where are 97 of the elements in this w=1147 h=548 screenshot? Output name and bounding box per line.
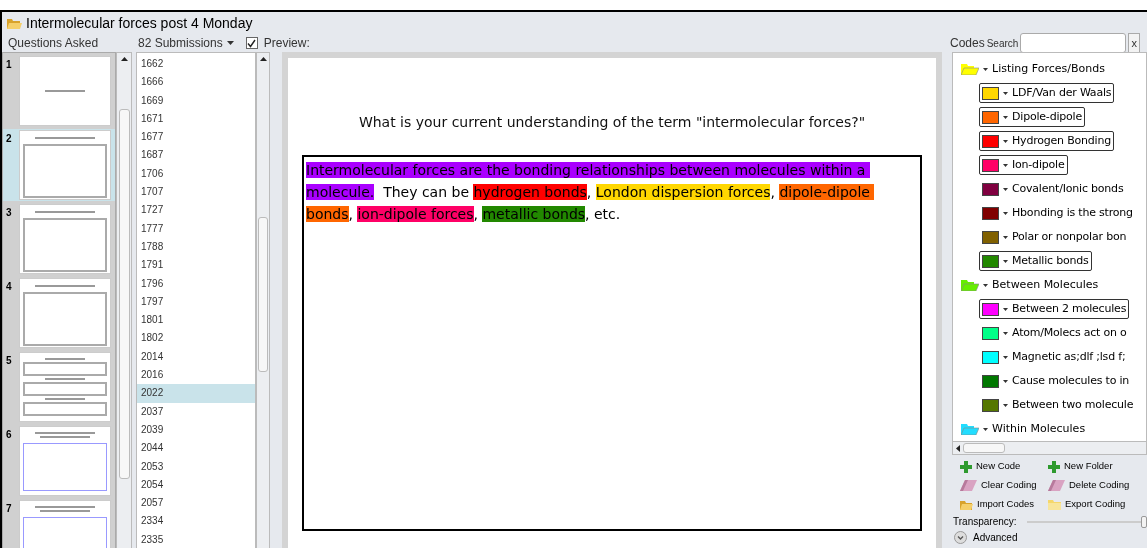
submission-item[interactable]: 1671 [137, 109, 255, 129]
action-button[interactable]: New Code [960, 458, 1048, 475]
submission-item[interactable]: 2037 [137, 402, 255, 421]
action-button[interactable]: Clear Coding [960, 477, 1048, 494]
scrollbar[interactable] [116, 52, 132, 548]
caret-icon [1003, 187, 1008, 191]
submission-item[interactable]: 2334 [137, 512, 255, 531]
advanced-button[interactable]: Advanced [952, 530, 1147, 545]
submission-item[interactable]: 2016 [137, 366, 255, 385]
code-item[interactable]: Atom/Molecs act on o [979, 323, 1130, 343]
scroll-thumb[interactable] [258, 217, 268, 372]
caret-icon [1003, 115, 1008, 119]
submission-item[interactable]: 1801 [137, 311, 255, 330]
code-item[interactable]: Magnetic as;dlf ;lsd f; [979, 347, 1129, 367]
window-title: Intermolecular forces post 4 Monday [26, 13, 253, 33]
code-item[interactable]: Ion-dipole [979, 155, 1068, 175]
caret-icon [983, 283, 988, 287]
code-item[interactable]: Hbonding is the strong [979, 203, 1136, 223]
folder-icon [1048, 499, 1061, 510]
panel-heading: Codes [950, 35, 985, 52]
scroll-up-icon[interactable] [259, 57, 267, 61]
search-label: Search [986, 36, 1019, 51]
action-button[interactable]: New Folder [1048, 458, 1144, 475]
submission-item[interactable]: 1788 [137, 237, 255, 257]
caret-icon [1003, 307, 1008, 311]
chevron-icon [954, 531, 967, 544]
code-item[interactable]: LDF/Van der Waals [979, 83, 1115, 103]
submission-item[interactable]: 1797 [137, 292, 255, 312]
caret-icon [1003, 163, 1008, 167]
code-item[interactable]: Dipole-dipole [979, 107, 1085, 127]
submission-item[interactable]: 1707 [137, 183, 255, 202]
submission-item[interactable]: 1706 [137, 164, 255, 184]
submission-item[interactable]: 1662 [137, 55, 255, 74]
code-item[interactable]: Covalent/Ionic bonds [979, 179, 1127, 199]
caret-icon [1003, 91, 1008, 95]
submission-item[interactable]: 1777 [137, 219, 255, 238]
submission-item[interactable]: 2044 [137, 439, 255, 458]
horizontal-scrollbar[interactable] [953, 441, 1146, 454]
scroll-up-icon[interactable] [120, 57, 128, 61]
caret-icon [1003, 331, 1008, 335]
caret-icon [226, 41, 234, 45]
code-item[interactable]: Between 2 molecules [979, 299, 1130, 319]
plus-icon [960, 460, 972, 473]
caret-icon [1003, 259, 1008, 263]
submission-item[interactable]: 1802 [137, 329, 255, 348]
submission-item[interactable]: 1666 [137, 73, 255, 92]
submission-item[interactable]: 2057 [137, 494, 255, 513]
submission-item[interactable]: 1677 [137, 128, 255, 147]
search-field[interactable] [1020, 33, 1127, 53]
eraser-icon [1048, 480, 1065, 491]
scroll-left-icon[interactable] [956, 444, 960, 452]
submission-item[interactable]: 2039 [137, 420, 255, 440]
submission-item[interactable]: 1727 [137, 201, 255, 220]
submissions-dropdown[interactable]: 82 Submissions [138, 34, 234, 52]
code-folder[interactable]: Listing Forces/Bonds [953, 57, 1146, 81]
question-text: What is your current understanding of the term "intermolecular forces?" [358, 113, 866, 132]
caret-icon [1003, 139, 1008, 143]
submission-item[interactable]: 2022 [137, 384, 255, 403]
submission-item[interactable]: 1796 [137, 274, 255, 293]
caret-icon [1003, 211, 1008, 215]
submission-item[interactable]: 2335 [137, 530, 255, 548]
folder-icon [6, 16, 22, 30]
caret-icon [1003, 235, 1008, 239]
panel-heading: Questions Asked [7, 35, 100, 52]
submission-item[interactable]: 2053 [137, 457, 255, 476]
folder-icon [960, 499, 973, 510]
caret-icon [1003, 403, 1008, 407]
scroll-thumb[interactable] [118, 109, 130, 479]
code-folder[interactable]: Between Molecules [953, 273, 1146, 297]
submission-item[interactable]: 2054 [137, 475, 255, 495]
caret-icon [983, 67, 988, 71]
action-button[interactable]: Export Coding [1048, 496, 1144, 513]
code-item[interactable]: Polar or nonpolar bon [979, 227, 1130, 247]
caret-icon [1003, 355, 1008, 359]
preview-checkbox[interactable] [245, 37, 258, 49]
transparency-slider[interactable] [1026, 515, 1147, 528]
code-item[interactable]: Hydrogen Bonding [979, 131, 1115, 151]
slide-thumbnail[interactable]: 2 [3, 129, 115, 201]
transparency-label: Transparency: [953, 515, 1017, 529]
clear-search-button[interactable]: x [1128, 33, 1141, 53]
preview-label: Preview: [263, 35, 310, 52]
submission-item[interactable]: 2014 [137, 347, 255, 367]
scroll-thumb[interactable] [963, 443, 1005, 453]
code-folder[interactable]: Within Molecules [953, 417, 1146, 441]
caret-icon [1003, 379, 1008, 383]
scrollbar[interactable] [256, 52, 270, 548]
code-item[interactable]: Cause molecules to in [979, 371, 1133, 391]
eraser-icon [960, 480, 977, 491]
code-item[interactable]: Between two molecule [979, 395, 1137, 415]
action-button[interactable]: Import Codes [960, 496, 1048, 513]
plus-icon [1048, 460, 1060, 473]
submission-item[interactable]: 1669 [137, 91, 255, 110]
caret-icon [983, 427, 988, 431]
code-item[interactable]: Metallic bonds [979, 251, 1092, 271]
submission-item[interactable]: 1687 [137, 146, 255, 165]
action-button[interactable]: Delete Coding [1048, 477, 1144, 494]
submission-item[interactable]: 1791 [137, 256, 255, 275]
